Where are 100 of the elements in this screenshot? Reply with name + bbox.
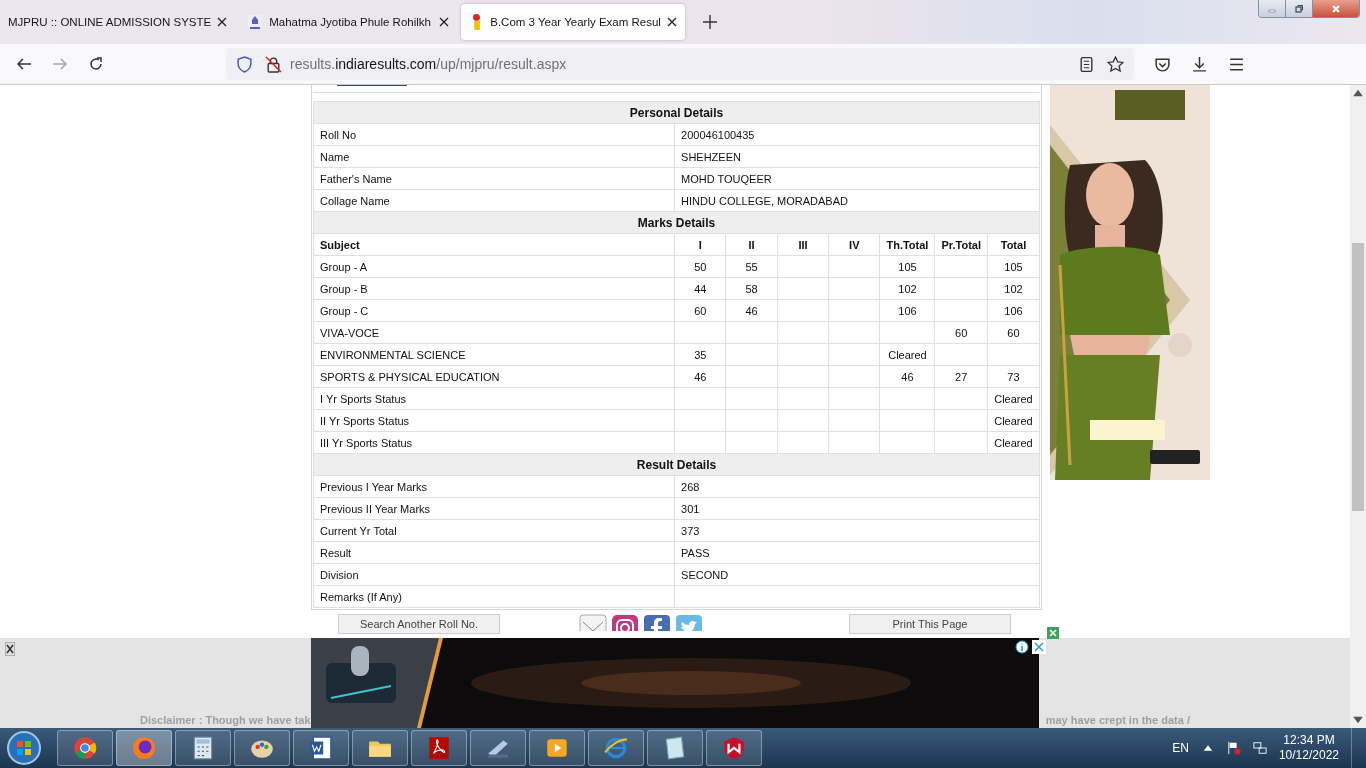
table-cell: II Yr Sports Status [313, 409, 675, 432]
address-bar[interactable]: results.indiaresults.com/up/mjpru/result.aspx [226, 48, 1134, 80]
shield-icon[interactable] [236, 55, 253, 73]
field-value: SHEHZEEN [674, 145, 1040, 168]
table-cell: III Yr Sports Status [313, 431, 675, 454]
table-cell: 46 [725, 299, 778, 322]
column-header: Subject [313, 233, 675, 256]
facebook-icon[interactable] [643, 614, 671, 631]
column-header: Total [987, 233, 1040, 256]
browser-tab[interactable]: B.Com 3 Year Yearly Exam Resul [461, 4, 685, 40]
browser-tab[interactable]: Mahatma Jyotiba Phule Rohilkh [239, 4, 458, 40]
field-label: Father's Name [313, 167, 675, 190]
restore-icon [1294, 3, 1304, 14]
network-icon[interactable] [1252, 741, 1267, 755]
instagram-icon[interactable] [611, 614, 639, 631]
table-cell: 60 [934, 321, 988, 344]
table-cell: 106 [879, 299, 935, 322]
column-header: Th.Total [879, 233, 935, 256]
field-label: Result [313, 541, 675, 564]
field-label: Previous II Year Marks [313, 497, 675, 520]
taskbar-button[interactable] [529, 730, 585, 766]
search-another-button[interactable]: Search Another Roll No. [338, 614, 500, 634]
plus-icon[interactable] [702, 15, 717, 29]
table-cell: Group - C [313, 299, 675, 322]
shield-icon [721, 735, 747, 761]
close-icon[interactable] [439, 17, 450, 27]
table-cell: 44 [674, 277, 726, 300]
url-text[interactable]: results.indiaresults.com/up/mjpru/result.aspx [290, 56, 567, 72]
section-header: Personal Details [313, 101, 1040, 124]
taskbar-button[interactable] [352, 730, 408, 766]
scrollbar-thumb[interactable] [1352, 243, 1364, 511]
wheel-logo-icon [72, 735, 98, 761]
close-icon[interactable] [217, 17, 228, 27]
table-cell: I Yr Sports Status [313, 387, 675, 410]
taskbar-button[interactable] [706, 730, 762, 766]
reload-icon[interactable] [88, 56, 104, 72]
field-label: Previous I Year Marks [313, 475, 675, 498]
close-icon[interactable] [5, 642, 15, 656]
flag-icon[interactable] [1226, 741, 1241, 755]
taskbar-button[interactable] [470, 730, 526, 766]
close-icon [1331, 3, 1341, 14]
table-cell: Group - A [313, 255, 675, 278]
section-header: Marks Details [313, 211, 1040, 234]
table-cell: VIVA-VOCE [313, 321, 675, 344]
table-cell: 102 [879, 277, 935, 300]
pocket-icon[interactable] [1154, 55, 1171, 73]
column-header: Pr.Total [934, 233, 988, 256]
table-cell: 58 [725, 277, 778, 300]
table-cell: Cleared [987, 409, 1040, 432]
minimize-button[interactable] [1259, 0, 1286, 17]
menu-icon[interactable] [1228, 55, 1245, 73]
pdf-icon [426, 735, 452, 761]
clock[interactable]: 12:34 PM 10/12/2022 [1278, 733, 1339, 763]
disclaimer-text: may have crept in the data / [1045, 714, 1190, 726]
print-button[interactable]: Print This Page [849, 614, 1011, 634]
field-label: Roll No [313, 123, 675, 146]
table-cell: Group - B [313, 277, 675, 300]
field-label: Collage Name [313, 189, 675, 212]
reader-icon[interactable] [1078, 55, 1095, 73]
table-cell: Cleared [987, 431, 1040, 454]
taskbar-button[interactable] [411, 730, 467, 766]
orb-logo-icon [131, 735, 157, 761]
taskbar-button[interactable] [234, 730, 290, 766]
star-icon[interactable] [1107, 55, 1124, 73]
field-value: HINDU COLLEGE, MORADABAD [674, 189, 1040, 212]
emblem-icon [247, 14, 264, 30]
table-cell: 105 [879, 255, 935, 278]
restore-button[interactable] [1286, 0, 1313, 17]
browser-tab[interactable]: MJPRU :: ONLINE ADMISSION SYSTE [0, 4, 236, 40]
info-icon[interactable] [1015, 640, 1029, 654]
field-value: 373 [674, 519, 1040, 542]
start-button[interactable] [6, 730, 42, 766]
close-button[interactable] [1313, 0, 1359, 17]
field-value: 301 [674, 497, 1040, 520]
table-cell: 55 [725, 255, 778, 278]
table-cell: 60 [674, 299, 726, 322]
taskbar-button[interactable] [116, 730, 172, 766]
field-value: 200046100435 [674, 123, 1040, 146]
column-header: III [777, 233, 829, 256]
tab-title: Mahatma Jyotiba Phule Rohilkh [269, 16, 432, 28]
taskbar-button[interactable] [588, 730, 644, 766]
field-value: 268 [674, 475, 1040, 498]
table-cell: ENVIRONMENTAL SCIENCE [313, 343, 675, 366]
taskbar-button[interactable] [293, 730, 349, 766]
field-value: SECOND [674, 563, 1040, 586]
taskbar-button[interactable] [175, 730, 231, 766]
language-indicator[interactable]: EN [1172, 741, 1189, 755]
field-label: Remarks (If Any) [313, 585, 675, 608]
flag-icon [473, 14, 481, 30]
field-value: PASS [674, 541, 1040, 564]
column-header: IV [828, 233, 880, 256]
close-icon[interactable] [666, 17, 677, 27]
table-cell: 46 [674, 365, 726, 388]
download-icon[interactable] [1191, 55, 1208, 73]
back-icon[interactable] [16, 56, 32, 72]
table-cell: SPORTS & PHYSICAL EDUCATION [313, 365, 675, 388]
table-cell: 46 [879, 365, 935, 388]
lock-slash-icon[interactable] [265, 55, 282, 73]
taskbar-button[interactable] [647, 730, 703, 766]
taskbar-button[interactable] [57, 730, 113, 766]
